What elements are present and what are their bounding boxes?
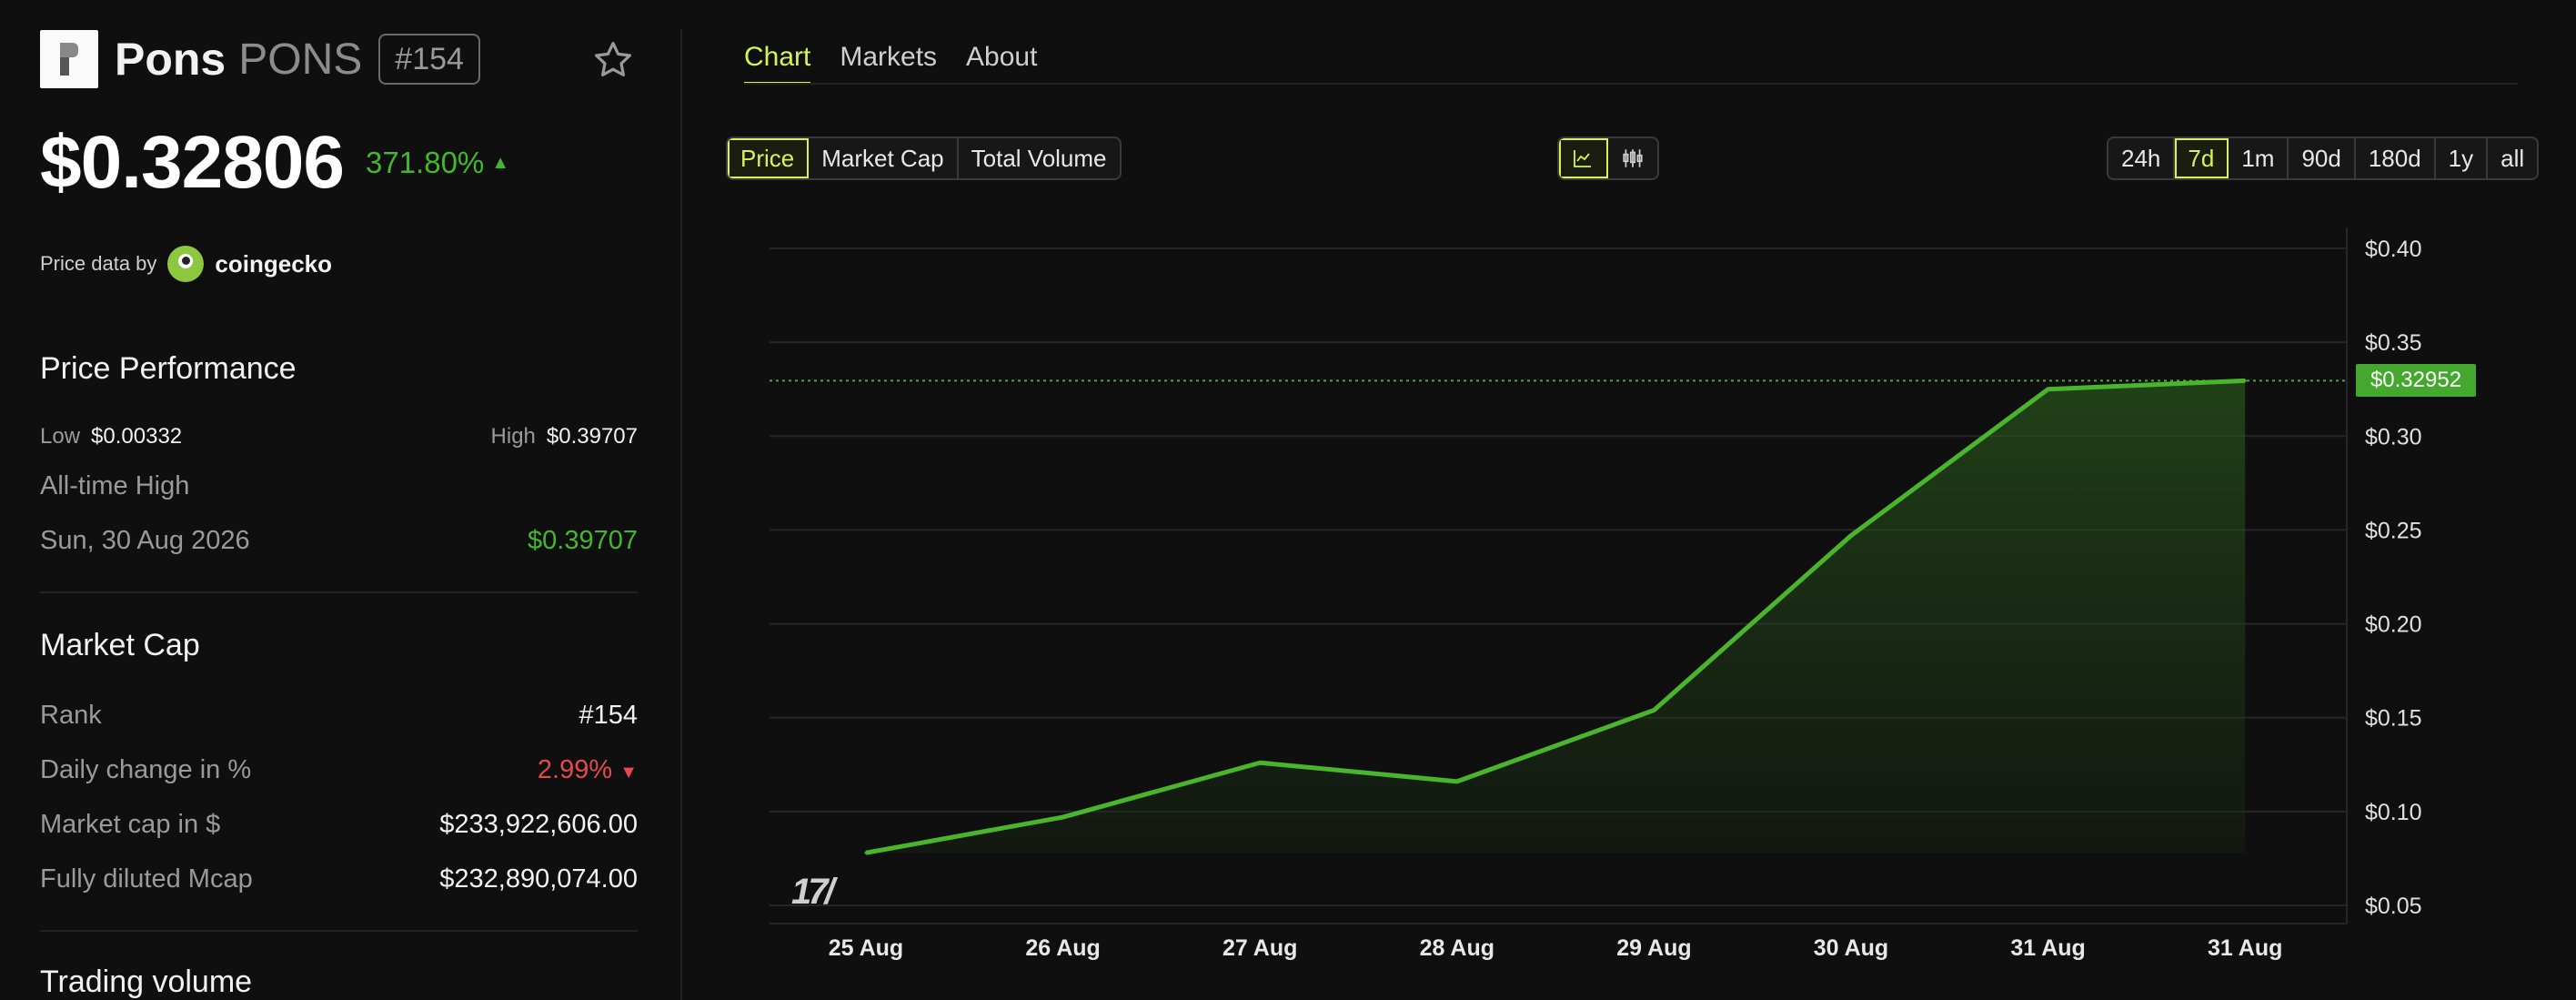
price-data-attribution: Price data by coingecko [40,246,332,282]
y-tick-label: $0.05 [2365,894,2422,919]
ath-row: Sun, 30 Aug 2026 $0.39707 [40,526,638,556]
x-tick-label: 30 Aug [1814,935,1888,961]
provider-name[interactable]: coingecko [215,250,332,278]
coin-name: Pons [115,34,226,85]
y-tick-label: $0.15 [2365,706,2422,732]
y-tick-label: $0.25 [2365,518,2422,543]
rank-row: Rank #154 [40,701,638,731]
market-cap-label: Market cap in $ [40,810,221,839]
data-point [1455,780,1459,783]
fdv-value: $232,890,074.00 [439,864,638,894]
tradingview-logo-icon: 17/ [791,872,835,912]
market-cap-value: $233,922,606.00 [439,810,638,839]
total-volume-button[interactable]: Total Volume [959,138,1120,178]
fdv-row: Fully diluted Mcap $232,890,074.00 [40,864,638,894]
x-tick-label: 29 Aug [1616,935,1691,961]
current-price: $0.32806 [40,121,345,204]
data-point [1652,708,1655,712]
price-chart[interactable]: $0.05 $0.10 $0.15 $0.20 $0.25 $0.30 $0.35 $0.40… [770,227,2543,974]
x-tick-label: 27 Aug [1223,935,1297,961]
price-button[interactable]: Price [728,138,810,178]
low-label: Low [40,424,81,449]
rank-chip: #154 [378,34,480,85]
range-all-button[interactable]: all [2488,138,2537,178]
data-point [2243,379,2247,382]
range-1y-button[interactable]: 1y [2436,138,2489,178]
coin-symbol: PONS [238,35,363,84]
high-value: $0.39707 [546,424,638,449]
data-point [1062,815,1065,819]
data-point [1849,534,1853,538]
y-tick-label: $0.40 [2365,237,2422,262]
down-triangle-icon: ▼ [619,763,638,783]
price-data-label: Price data by [40,252,157,275]
section-divider [40,591,638,593]
time-range-selector: 24h 7d 1m 90d 180d 1y all [2107,136,2540,180]
y-tick-label: $0.35 [2365,330,2422,356]
trading-volume-title: Trading volume [40,965,253,999]
rank-value: #154 [579,701,638,730]
tab-about[interactable]: About [966,42,1037,85]
chart-type-selector [1557,136,1659,180]
coingecko-icon [167,246,205,282]
ath-label: All-time High [40,471,190,500]
main-tabs: Chart Markets About [744,42,1037,85]
price-performance-title: Price Performance [40,351,297,386]
tab-markets[interactable]: Markets [840,42,937,85]
star-icon[interactable] [591,38,635,82]
candlestick-icon[interactable] [1608,138,1657,178]
ath-label-row: All-time High [40,471,638,501]
daily-change-value: 2.99% ▼ [538,755,638,785]
range-90d-button[interactable]: 90d [2289,138,2356,178]
x-tick-label: 28 Aug [1420,935,1494,961]
market-cap-title: Market Cap [40,628,200,662]
ath-date: Sun, 30 Aug 2026 [40,526,250,555]
data-point [2047,388,2050,391]
fdv-label: Fully diluted Mcap [40,864,253,894]
tab-chart[interactable]: Chart [744,42,811,85]
daily-change-text: 2.99% [537,755,613,784]
range-24h-button[interactable]: 24h [2108,138,2176,178]
line-chart-icon[interactable] [1559,138,1608,178]
up-triangle-icon: ▲ [491,152,510,173]
market-cap-row: Market cap in $ $233,922,606.00 [40,810,638,840]
data-point [864,851,868,854]
y-tick-label: $0.30 [2365,424,2422,449]
area-fill [866,380,2246,854]
panel-divider [680,29,682,1000]
ath-value: $0.39707 [528,526,638,555]
section-divider [40,930,638,932]
x-tick-label: 31 Aug [2010,935,2085,961]
x-tick-label: 25 Aug [829,935,903,961]
y-tick-label: $0.10 [2365,800,2422,825]
low-high-row: Low $0.00332 High $0.39707 [40,424,638,449]
data-point [1258,761,1262,764]
low-value: $0.00332 [91,424,183,449]
price-change-pct: 371.80% ▲ [366,146,509,180]
range-180d-button[interactable]: 180d [2356,138,2436,178]
y-tick-label: $0.20 [2365,612,2422,638]
daily-change-row: Daily change in % 2.99% ▼ [40,755,638,785]
daily-change-label: Daily change in % [40,755,252,784]
high-label: High [490,424,536,449]
coin-info-panel: Pons PONS #154 $0.32806 371.80% ▲ Price … [0,0,682,1000]
range-1m-button[interactable]: 1m [2229,138,2289,178]
rank-label: Rank [40,701,102,730]
app-root: Pons PONS #154 $0.32806 371.80% ▲ Price … [0,0,2576,1000]
coin-logo-icon [40,30,98,88]
price-change-value: 371.80% [366,146,485,179]
metric-selector: Price Market Cap Total Volume [726,136,1122,180]
market-cap-button[interactable]: Market Cap [809,138,959,178]
x-tick-label: 26 Aug [1025,935,1100,961]
coin-header: Pons PONS #154 [40,29,480,89]
x-tick-label: 31 Aug [2208,935,2282,961]
last-price-badge: $0.32952 [2356,364,2476,397]
range-7d-button[interactable]: 7d [2175,138,2229,178]
tabs-underline [744,83,2518,85]
